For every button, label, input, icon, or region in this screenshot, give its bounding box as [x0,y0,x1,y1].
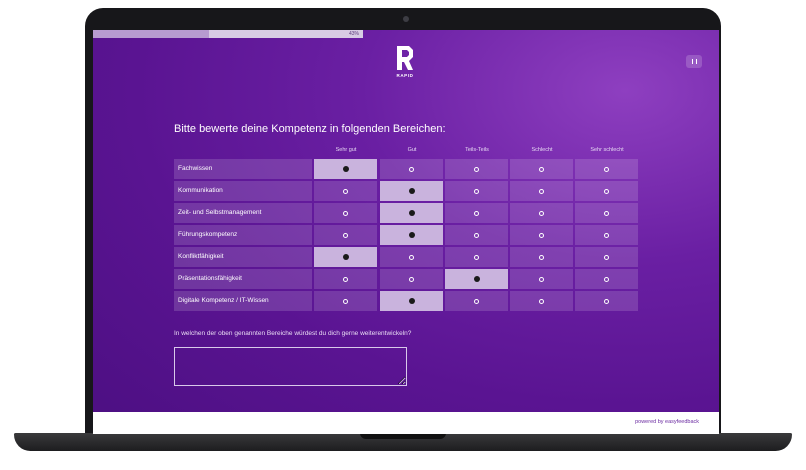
row-label: Präsentationsfähigkeit [174,269,312,289]
radio-icon[interactable] [539,210,544,216]
pause-button[interactable] [686,55,702,68]
progress-label: 43% [348,31,359,37]
rating-cell[interactable] [445,225,508,245]
row-label: Konfliktfähigkeit [174,247,312,267]
powered-by-link[interactable]: powered by easyfeedback [635,419,699,425]
rating-cell[interactable] [314,159,377,179]
radio-icon[interactable] [539,298,544,304]
rating-cell[interactable] [510,269,573,289]
survey-screen: 43% RAPID Bitte bewerte deine Kompetenz … [93,30,719,434]
row-label: Führungskompetenz [174,225,312,245]
radio-icon[interactable] [539,276,544,282]
radio-icon[interactable] [474,298,479,304]
radio-icon[interactable] [474,166,479,172]
rating-cell[interactable] [380,247,443,267]
rating-cell[interactable] [380,203,443,223]
rating-cell[interactable] [575,291,638,311]
rating-cell[interactable] [380,181,443,201]
column-header: Gut [407,147,417,153]
radio-icon[interactable] [604,166,609,172]
row-label: Zeit- und Selbstmanagement [174,203,312,223]
rating-cell[interactable] [445,291,508,311]
radio-icon[interactable] [604,298,609,304]
pause-icon [691,59,697,64]
rating-cell[interactable] [510,181,573,201]
radio-icon[interactable] [604,188,609,194]
radio-selected-icon[interactable] [408,298,415,304]
radio-icon[interactable] [343,188,348,194]
radio-icon[interactable] [539,188,544,194]
radio-icon[interactable] [474,254,479,260]
radio-selected-icon[interactable] [408,232,415,238]
radio-icon[interactable] [409,166,414,172]
rating-cell[interactable] [510,203,573,223]
rating-cell[interactable] [380,159,443,179]
row-label: Kommunikation [174,181,312,201]
radio-selected-icon[interactable] [473,276,480,282]
radio-icon[interactable] [409,254,414,260]
open-question-label: In welchen der oben genannten Bereiche w… [174,330,412,337]
column-header: Sehr schlecht [590,147,624,153]
rapid-logo-icon [397,46,413,70]
radio-icon[interactable] [474,232,479,238]
rating-cell[interactable] [445,247,508,267]
rating-cell[interactable] [314,181,377,201]
radio-icon[interactable] [343,276,348,282]
column-header: Teils-Teils [465,147,489,153]
radio-icon[interactable] [604,232,609,238]
radio-icon[interactable] [343,232,348,238]
rating-cell[interactable] [575,225,638,245]
column-header: Sehr gut [335,147,357,153]
radio-selected-icon[interactable] [408,188,415,194]
radio-icon[interactable] [539,254,544,260]
logo-text: RAPID [396,73,414,78]
rating-cell[interactable] [380,291,443,311]
rating-cell[interactable] [380,225,443,245]
rating-cell[interactable] [575,247,638,267]
camera-icon [403,16,409,22]
rating-cell[interactable] [575,159,638,179]
radio-selected-icon[interactable] [408,210,415,216]
rating-cell[interactable] [314,225,377,245]
rating-cell[interactable] [575,181,638,201]
progress-fill [93,30,210,38]
radio-icon[interactable] [604,276,609,282]
rating-cell[interactable] [510,225,573,245]
radio-icon[interactable] [604,254,609,260]
rating-cell[interactable] [445,181,508,201]
radio-icon[interactable] [343,298,348,304]
column-header: Schlecht [531,147,553,153]
radio-icon[interactable] [604,210,609,216]
footer: powered by easyfeedback [93,412,719,434]
radio-selected-icon[interactable] [342,254,349,260]
rating-cell[interactable] [445,269,508,289]
radio-selected-icon[interactable] [342,166,349,172]
rating-cell[interactable] [380,269,443,289]
rating-cell[interactable] [445,159,508,179]
rating-cell[interactable] [575,203,638,223]
rating-cell[interactable] [510,291,573,311]
radio-icon[interactable] [539,166,544,172]
rating-cell[interactable] [314,269,377,289]
row-label: Digitale Kompetenz / IT-Wissen [174,291,312,311]
radio-icon[interactable] [474,210,479,216]
progress-bar: 43% [93,30,363,38]
rating-cell[interactable] [510,159,573,179]
rating-cell[interactable] [445,203,508,223]
row-label: Fachwissen [174,159,312,179]
rating-cell[interactable] [314,247,377,267]
radio-icon[interactable] [474,188,479,194]
rating-cell[interactable] [314,203,377,223]
radio-icon[interactable] [409,276,414,282]
question-title: Bitte bewerte deine Kompetenz in folgend… [174,123,446,135]
radio-icon[interactable] [539,232,544,238]
rating-cell[interactable] [575,269,638,289]
rating-cell[interactable] [314,291,377,311]
rating-cell[interactable] [510,247,573,267]
radio-icon[interactable] [343,210,348,216]
open-answer-textarea[interactable] [174,347,407,386]
